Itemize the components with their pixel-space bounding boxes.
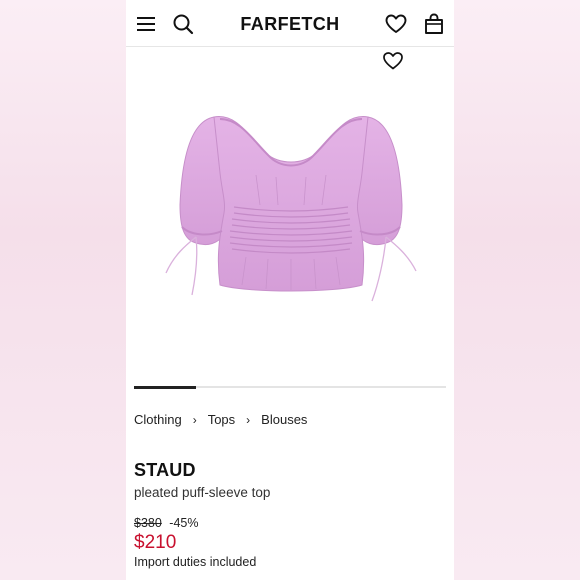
product-name: pleated puff-sleeve top: [134, 485, 271, 500]
chevron-right-icon: ›: [246, 412, 251, 427]
sale-price: $210: [134, 532, 177, 553]
background-right: [454, 0, 580, 580]
price-row: $380 -45%: [134, 516, 198, 530]
brand-logo[interactable]: FARFETCH: [226, 14, 354, 35]
app-screen: FARFETCH Clothing › Tops › Blouses STAUD…: [126, 0, 454, 580]
search-button[interactable]: [171, 12, 195, 36]
discount-badge: -45%: [169, 516, 199, 530]
product-image[interactable]: [156, 95, 426, 325]
original-price: $380: [134, 516, 162, 530]
breadcrumb-clothing[interactable]: Clothing: [134, 412, 182, 427]
search-icon: [173, 14, 194, 35]
background-left: [0, 0, 126, 580]
heart-icon: [383, 52, 403, 70]
shopping-bag-icon: [425, 13, 443, 34]
product-brand[interactable]: STAUD: [134, 460, 196, 481]
breadcrumb: Clothing › Tops › Blouses: [134, 412, 307, 427]
breadcrumb-blouses[interactable]: Blouses: [261, 412, 307, 427]
favorite-button[interactable]: [382, 51, 404, 73]
menu-button[interactable]: [134, 12, 158, 36]
hamburger-menu-icon: [137, 17, 155, 31]
wishlist-button[interactable]: [384, 12, 408, 36]
chevron-right-icon: ›: [192, 412, 197, 427]
image-carousel-indicator[interactable]: [134, 385, 446, 389]
heart-icon: [385, 14, 407, 33]
import-duties-note: Import duties included: [134, 555, 257, 569]
shopping-bag-button[interactable]: [422, 12, 446, 36]
breadcrumb-tops[interactable]: Tops: [208, 412, 235, 427]
carousel-active-segment: [134, 385, 196, 389]
top-navigation-bar: FARFETCH: [126, 0, 454, 47]
